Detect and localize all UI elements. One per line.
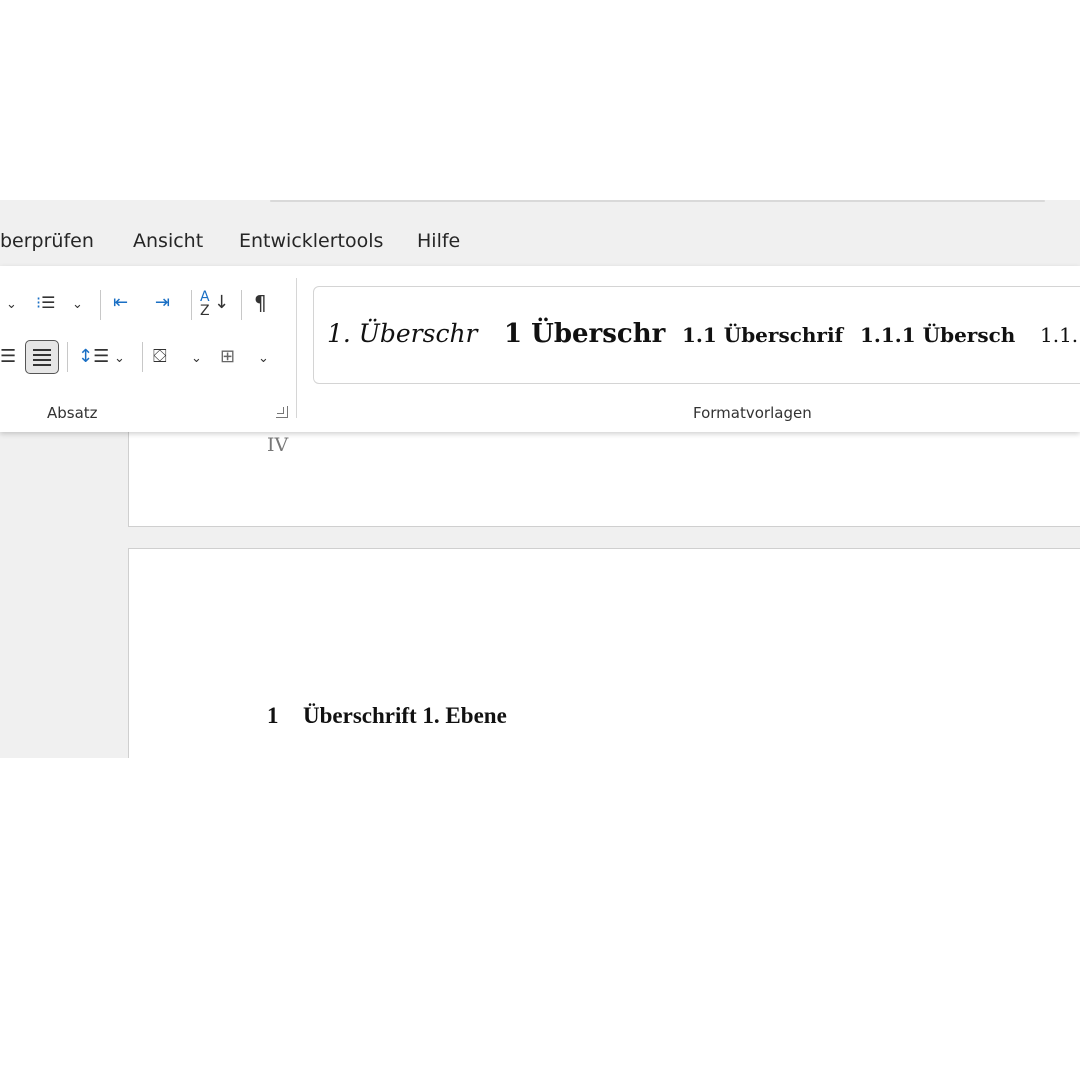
align-right-icon[interactable]: ☰ — [0, 346, 16, 368]
title-bar-edge — [270, 200, 1045, 202]
styles-group-label: Formatvorlagen — [693, 404, 812, 422]
separator — [241, 290, 242, 320]
show-formatting-marks-icon[interactable]: ¶ — [254, 292, 267, 314]
style-heading-3[interactable]: 1.1.1 Übersch — [860, 323, 1015, 347]
separator — [142, 342, 143, 372]
increase-indent-icon[interactable]: ⇥ — [155, 292, 170, 314]
style-heading-2[interactable]: 1.1 Überschrif — [682, 323, 843, 347]
tab-review[interactable]: berprüfen — [0, 230, 94, 252]
heading-number: 1 — [267, 703, 279, 728]
tab-help[interactable]: Hilfe — [417, 230, 460, 252]
page-previous: IV — [128, 432, 1080, 527]
ribbon-panel: ⌄ ⁝☰ ⌄ ⇤ ⇥ A Z ↓ ¶ ☰ ↕☰ ⌄ ⛋ ⌄ ⊞ ⌄ Absatz 1… — [0, 266, 1080, 432]
document-area: IV 1 Überschrift 1. Ebene — [0, 432, 1080, 758]
paragraph-group-label: Absatz — [47, 404, 98, 422]
borders-chevron-icon[interactable]: ⌄ — [258, 348, 269, 370]
sort-icon[interactable]: A Z ↓ — [200, 290, 229, 318]
line-spacing-chevron-icon[interactable]: ⌄ — [114, 348, 125, 370]
separator — [191, 290, 192, 320]
heading-1[interactable]: 1 Überschrift 1. Ebene — [267, 703, 507, 729]
word-window: berprüfen Ansicht Entwicklertools Hilfe … — [0, 200, 1080, 758]
style-heading-1[interactable]: 1 Überschr — [504, 319, 665, 349]
decrease-indent-icon[interactable]: ⇤ — [113, 292, 128, 314]
shading-chevron-icon[interactable]: ⌄ — [191, 348, 202, 370]
heading-text: Überschrift 1. Ebene — [303, 703, 507, 728]
tab-view[interactable]: Ansicht — [133, 230, 203, 252]
group-separator — [296, 278, 297, 418]
tab-developer-tools[interactable]: Entwicklertools — [239, 230, 383, 252]
ribbon-tabs: berprüfen Ansicht Entwicklertools Hilfe — [0, 200, 1080, 266]
separator — [67, 342, 68, 372]
styles-gallery: 1. Überschr 1 Überschr 1.1 Überschrif 1.… — [313, 286, 1080, 384]
line-spacing-icon[interactable]: ↕☰ — [78, 346, 109, 368]
justify-icon — [33, 349, 51, 369]
chevron-down-icon[interactable]: ⌄ — [6, 294, 17, 316]
page-current[interactable]: 1 Überschrift 1. Ebene — [128, 548, 1080, 758]
paragraph-dialog-launcher-icon[interactable] — [276, 406, 288, 418]
page-number: IV — [267, 434, 289, 456]
style-heading-4[interactable]: 1.1. — [1040, 323, 1078, 347]
shading-icon[interactable]: ⛋ — [153, 346, 167, 368]
multilevel-list-icon[interactable]: ⁝☰ — [36, 292, 55, 314]
separator — [100, 290, 101, 320]
justify-button[interactable] — [25, 340, 59, 374]
borders-icon[interactable]: ⊞ — [220, 346, 235, 368]
style-heading-roman[interactable]: 1. Überschr — [327, 319, 478, 348]
multilevel-list-chevron-icon[interactable]: ⌄ — [72, 294, 83, 316]
